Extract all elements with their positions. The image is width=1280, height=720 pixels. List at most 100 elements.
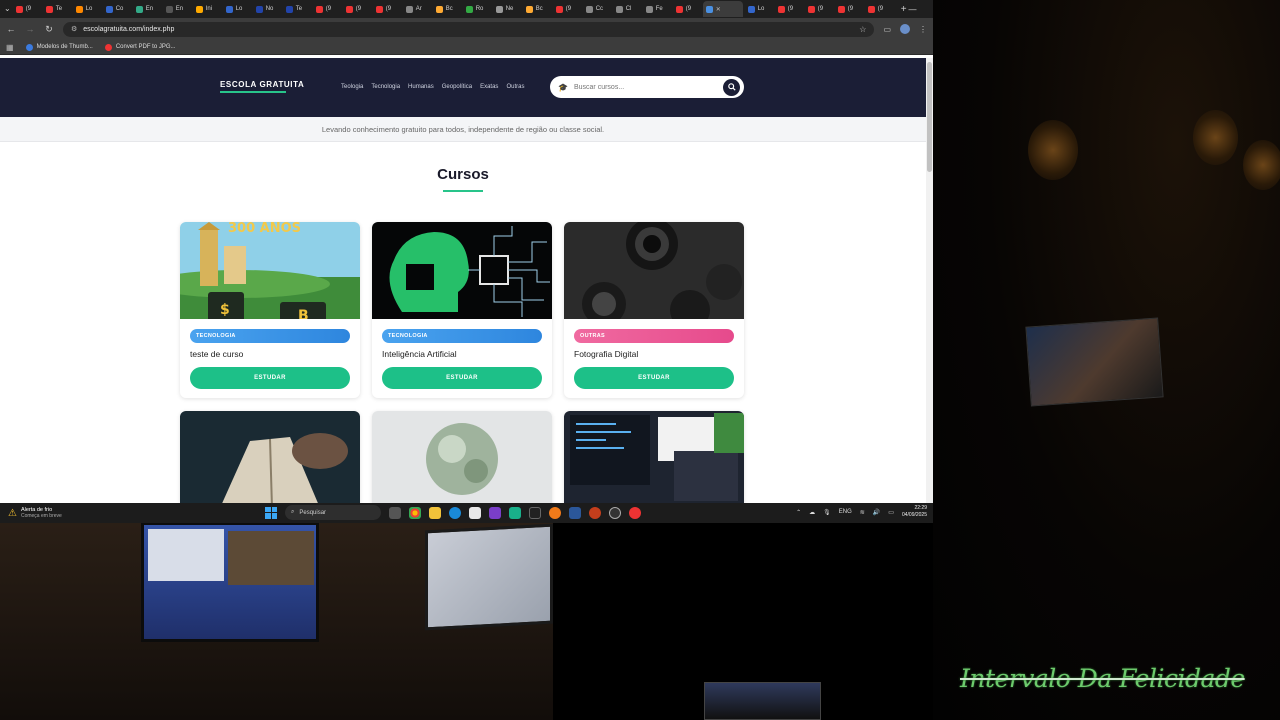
browser-tab[interactable]: (9 [13, 1, 41, 17]
address-bar[interactable]: ⚙ escolagratuita.com/index.php ☆ [63, 21, 875, 37]
chevron-up-icon[interactable]: ⌃ [796, 509, 801, 516]
browser-tab[interactable]: (9 [373, 1, 401, 17]
bookmark-item[interactable]: Modelos de Thumb... [25, 43, 93, 51]
studio-monitor-2 [425, 523, 553, 631]
minimize-icon[interactable]: — [909, 5, 917, 14]
tab-active[interactable]: ✕ [702, 1, 743, 17]
tab-label: (9 [385, 6, 392, 12]
site-info-icon[interactable]: ⚙ [71, 25, 77, 33]
store-icon[interactable] [469, 506, 481, 519]
study-button[interactable]: ESTUDAR [574, 367, 734, 389]
browser-tab[interactable]: (9 [865, 1, 893, 17]
browser-tab[interactable]: Lo [223, 1, 251, 17]
obs-icon[interactable] [609, 506, 621, 519]
new-tab-icon[interactable]: + [901, 4, 907, 15]
browser-tab[interactable]: (9 [835, 1, 863, 17]
scrollbar-thumb[interactable] [927, 62, 932, 172]
menu-item-teologia[interactable]: Teologia [341, 84, 363, 90]
wifi-icon[interactable]: ≋ [860, 509, 865, 516]
search-input[interactable] [573, 83, 717, 91]
app-icon[interactable] [529, 506, 541, 519]
battery-icon[interactable]: ▭ [888, 509, 894, 516]
browser-tab[interactable]: Te [43, 1, 71, 17]
course-title: teste de curso [190, 349, 244, 359]
browser-tab[interactable]: Lo [73, 1, 101, 17]
app-icon[interactable] [509, 506, 521, 519]
bookmark-star-icon[interactable]: ☆ [859, 25, 866, 34]
taskbar-search[interactable]: ⌕ Pesquisar [285, 505, 381, 520]
browser-tab[interactable]: Ro [463, 1, 491, 17]
browser-tab[interactable]: (9 [313, 1, 341, 17]
file-explorer-icon[interactable] [429, 506, 441, 519]
browser-tab[interactable]: (9 [775, 1, 803, 17]
reload-icon[interactable]: ↻ [44, 24, 54, 35]
menu-item-humanas[interactable]: Humanas [408, 84, 434, 90]
page-viewport: ESCOLA GRATUITA Teologia Tecnologia Huma… [0, 58, 933, 503]
apps-grid-icon[interactable]: ▦ [6, 43, 14, 52]
cast-icon[interactable]: ▭ [883, 25, 891, 34]
forward-icon[interactable]: → [25, 24, 35, 34]
taskbar-apps: ⌕ Pesquisar [265, 505, 641, 520]
site-logo[interactable]: ESCOLA GRATUITA [220, 80, 304, 89]
browser-tab[interactable]: Fe [643, 1, 671, 17]
word-icon[interactable] [569, 506, 581, 519]
task-view-icon[interactable] [389, 506, 401, 519]
svg-text:B: B [298, 308, 309, 319]
browser-tab[interactable]: (9 [673, 1, 701, 17]
language-indicator[interactable]: ENG [839, 509, 852, 515]
powerpoint-icon[interactable] [589, 506, 601, 519]
browser-tab[interactable]: En [163, 1, 191, 17]
browser-tab[interactable]: (9 [805, 1, 833, 17]
browser-tab[interactable]: En [133, 1, 161, 17]
chrome-icon[interactable] [409, 506, 421, 519]
browser-tab[interactable]: Cc [583, 1, 611, 17]
tab-label: Ini [205, 6, 213, 12]
tab-favicon [585, 5, 593, 13]
app-icon[interactable] [489, 506, 501, 519]
browser-tab[interactable]: Ne [493, 1, 521, 17]
tab-favicon [315, 5, 323, 13]
browser-tab[interactable]: Co [103, 1, 131, 17]
firefox-icon[interactable] [549, 506, 561, 519]
back-icon[interactable]: ← [6, 24, 16, 34]
windows-start-icon[interactable] [265, 506, 277, 519]
menu-item-geopolitica[interactable]: Geopolítica [442, 84, 472, 90]
course-image: $ B 300 ANOS [180, 222, 360, 319]
edge-icon[interactable] [449, 506, 461, 519]
browser-tab[interactable]: Ini [193, 1, 221, 17]
tab-favicon [807, 5, 815, 13]
close-tab-icon[interactable]: ✕ [716, 6, 721, 13]
browser-tab[interactable]: (9 [553, 1, 581, 17]
cloud-icon[interactable]: ☁ [809, 509, 815, 516]
browser-tab[interactable]: Te [283, 1, 311, 17]
study-button[interactable]: ESTUDAR [190, 367, 350, 389]
tab-label: Bc [535, 6, 543, 12]
tab-label: Ar [415, 6, 422, 12]
app-icon[interactable] [629, 506, 641, 519]
tagline: Levando conhecimento gratuito para todos… [321, 125, 605, 134]
browser-tab[interactable]: Bc [523, 1, 551, 17]
study-button[interactable]: ESTUDAR [382, 367, 542, 389]
weather-widget[interactable]: ⚠ Alerta de frio Começa em breve [0, 507, 62, 519]
browser-tab[interactable]: Bc [433, 1, 461, 17]
browser-tab[interactable]: Cl [613, 1, 641, 17]
clock[interactable]: 22:29 04/09/2025 [902, 505, 927, 519]
volume-icon[interactable]: 🔊 [873, 509, 880, 516]
tab-label: Co [115, 6, 124, 12]
microphone-icon[interactable]: 🎙 [823, 509, 831, 516]
category-badge: TECNOLOGIA [190, 329, 350, 343]
search-button[interactable] [723, 78, 740, 96]
browser-tab[interactable]: Ar [403, 1, 431, 17]
menu-icon[interactable]: ⋮ [919, 25, 927, 34]
menu-item-tecnologia[interactable]: Tecnologia [371, 84, 400, 90]
menu-item-exatas[interactable]: Exatas [480, 84, 498, 90]
tab-label: Bc [445, 6, 453, 12]
tab-search-icon[interactable]: ⌄ [4, 3, 11, 15]
browser-tab[interactable]: No [253, 1, 281, 17]
browser-tab[interactable]: Lo [745, 1, 773, 17]
menu-item-outras[interactable]: Outras [506, 84, 524, 90]
profile-avatar[interactable] [900, 24, 910, 34]
page-scrollbar[interactable] [926, 58, 933, 503]
browser-tab[interactable]: (9 [343, 1, 371, 17]
bookmark-item[interactable]: Convert PDF to JPG... [104, 43, 176, 51]
